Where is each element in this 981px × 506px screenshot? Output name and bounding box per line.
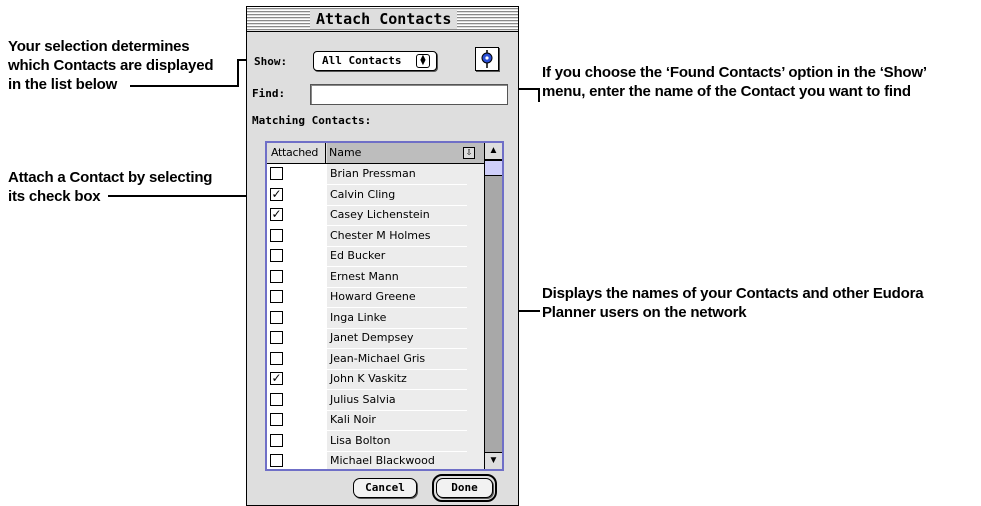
attached-checkbox[interactable]	[270, 331, 283, 344]
attached-checkbox[interactable]: ✓	[270, 208, 283, 221]
show-popup-menu[interactable]: All Contacts ▲ ▼	[313, 51, 437, 71]
list-item[interactable]: Howard Greene	[267, 287, 484, 308]
title-bar[interactable]: Attach Contacts	[247, 7, 518, 32]
list-header: Attached Name ⇩	[267, 143, 484, 164]
attached-checkbox[interactable]	[270, 167, 283, 180]
list-item[interactable]: Brian Pressman	[267, 164, 484, 185]
done-button[interactable]: Done	[436, 478, 493, 498]
list-body: Brian Pressman ✓ Calvin Cling ✓ Casey Lichen…	[267, 164, 484, 469]
find-input[interactable]	[310, 84, 508, 105]
sort-icon[interactable]: ⇩	[463, 147, 475, 159]
list-item[interactable]: Chester M Holmes	[267, 226, 484, 247]
list-item[interactable]: Ed Bucker	[267, 246, 484, 267]
leader-find-v	[538, 88, 540, 102]
contact-name: Ed Bucker	[330, 249, 386, 262]
scroll-up-arrow-icon[interactable]: ▲	[485, 143, 502, 160]
attached-checkbox[interactable]	[270, 454, 283, 467]
window-title: Attach Contacts	[310, 9, 458, 29]
attached-checkbox[interactable]	[270, 249, 283, 262]
attached-checkbox[interactable]	[270, 290, 283, 303]
list-item[interactable]: Michael Blackwood	[267, 451, 484, 469]
callout-attach: Attach a Contact by selecting its check …	[8, 168, 212, 206]
column-header-name[interactable]: Name	[327, 143, 484, 163]
list-item[interactable]: ✓ John K Vaskitz	[267, 369, 484, 390]
show-popup-value: All Contacts	[322, 54, 402, 67]
contact-name: Kali Noir	[330, 413, 376, 426]
contact-name: Janet Dempsey	[330, 331, 414, 344]
callout-selection-line2: which Contacts are displayed	[8, 57, 214, 74]
contact-name: Howard Greene	[330, 290, 416, 303]
help-icon	[481, 50, 493, 68]
attach-contacts-dialog: Attach Contacts Show: All Contacts ▲ ▼ Fi…	[246, 6, 519, 506]
contact-name: Casey Lichenstein	[330, 208, 430, 221]
contact-name: Inga Linke	[330, 310, 387, 324]
matching-contacts-label: Matching Contacts:	[252, 114, 372, 127]
attached-checkbox[interactable]	[270, 351, 283, 365]
scroll-down-arrow-icon[interactable]: ▼	[485, 452, 502, 469]
contact-name: Julius Salvia	[330, 392, 396, 406]
popup-arrows-icon: ▲ ▼	[416, 53, 430, 68]
list-item[interactable]: Julius Salvia	[267, 390, 484, 411]
list-item[interactable]: Kali Noir	[267, 410, 484, 431]
attached-checkbox[interactable]	[270, 392, 283, 406]
leader-selection-v	[237, 59, 239, 87]
callout-names-line1: Displays the names of your Contacts and …	[542, 285, 924, 302]
contact-name: Michael Blackwood	[330, 454, 435, 467]
vertical-scrollbar[interactable]: ▲ ▼	[484, 143, 502, 469]
leader-selection-h	[130, 85, 239, 87]
column-header-attached[interactable]: Attached	[267, 143, 326, 163]
attached-checkbox[interactable]	[270, 269, 283, 283]
contact-name: Jean-Michael Gris	[330, 351, 426, 365]
contact-name: Brian Pressman	[330, 167, 416, 180]
list-item[interactable]: Inga Linke	[267, 308, 484, 329]
callout-names: Displays the names of your Contacts and …	[542, 284, 924, 322]
attached-checkbox[interactable]	[270, 413, 283, 426]
list-item[interactable]: Jean-Michael Gris	[267, 349, 484, 370]
cancel-button[interactable]: Cancel	[353, 478, 417, 498]
list-item[interactable]: ✓ Casey Lichenstein	[267, 205, 484, 226]
attached-checkbox[interactable]	[270, 228, 283, 242]
callout-selection-line1: Your selection determines	[8, 38, 190, 55]
list-item[interactable]: ✓ Calvin Cling	[267, 185, 484, 206]
contact-name: John K Vaskitz	[330, 372, 407, 385]
callout-attach-line1: Attach a Contact by selecting	[8, 169, 213, 186]
callout-find-line2: menu, enter the name of the Contact you …	[542, 83, 911, 100]
contact-name: Ernest Mann	[330, 269, 399, 283]
contact-name: Calvin Cling	[330, 187, 396, 201]
contacts-list: Attached Name ⇩ Brian Pressman ✓ Calvin Cl…	[265, 141, 504, 471]
attached-checkbox[interactable]: ✓	[270, 187, 283, 201]
list-item[interactable]: Ernest Mann	[267, 267, 484, 288]
column-header-name-label: Name	[329, 146, 362, 159]
attached-checkbox[interactable]	[270, 310, 283, 324]
list-item[interactable]: Janet Dempsey	[267, 328, 484, 349]
scroll-thumb[interactable]	[485, 160, 502, 176]
attached-checkbox[interactable]	[270, 433, 283, 447]
callout-find: If you choose the ‘Found Contacts’ optio…	[542, 63, 927, 101]
contact-name: Chester M Holmes	[330, 228, 431, 242]
list-item[interactable]: Lisa Bolton	[267, 431, 484, 452]
leader-attach-h	[108, 195, 263, 197]
find-label: Find:	[252, 87, 286, 100]
show-label: Show:	[254, 55, 288, 68]
callout-names-line2: Planner users on the network	[542, 304, 747, 321]
contact-name: Lisa Bolton	[330, 433, 391, 447]
callout-find-line1: If you choose the ‘Found Contacts’ optio…	[542, 64, 927, 81]
help-button[interactable]	[475, 47, 499, 71]
attached-checkbox[interactable]: ✓	[270, 372, 283, 385]
